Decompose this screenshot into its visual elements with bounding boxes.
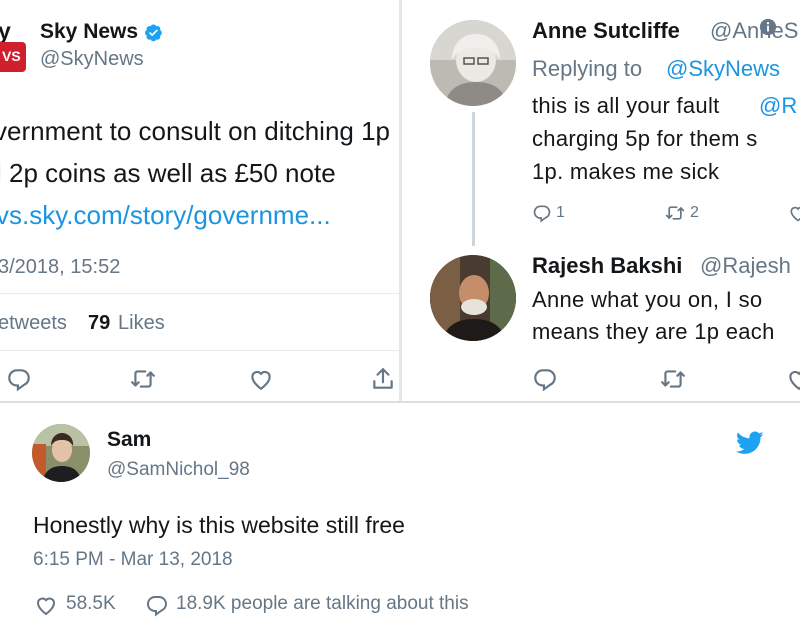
like-button[interactable] [786, 366, 800, 392]
thread-connector [472, 112, 475, 246]
author-name[interactable]: Sam [107, 428, 151, 452]
like-button[interactable] [788, 203, 800, 223]
avatar[interactable] [32, 424, 90, 482]
divider [0, 293, 399, 294]
reply-author-name[interactable]: Anne Sutcliffe [532, 18, 680, 44]
tweet-timestamp[interactable]: 3/2018, 15:52 [0, 256, 120, 279]
avatar-image [32, 424, 90, 482]
author-handle[interactable]: @SkyNews [40, 48, 144, 71]
retweet-button[interactable] [660, 366, 686, 392]
reply-author-handle[interactable]: @Rajesh [700, 253, 791, 279]
like-icon [251, 370, 271, 391]
like-icon[interactable] [33, 593, 59, 617]
author-name-partial: y [0, 18, 11, 44]
replying-to-handle[interactable]: @SkyNews [666, 56, 780, 82]
author-handle[interactable]: @SamNichol_98 [107, 459, 250, 481]
reply-icon [534, 369, 556, 392]
avatar[interactable] [430, 255, 516, 341]
retweet-icon [131, 370, 155, 388]
tweet-timestamp[interactable]: 6:15 PM - Mar 13, 2018 [33, 549, 233, 571]
sam-tweet-card: Sam @SamNichol_98 Honestly why is this w… [0, 403, 800, 642]
divider [0, 350, 399, 351]
like-button[interactable] [248, 366, 274, 392]
reply-text-line-1: Anne what you on, I so [532, 287, 763, 312]
reply-author-name[interactable]: Rajesh Bakshi [532, 253, 682, 279]
reply-author-handle[interactable]: @AnneS [710, 18, 798, 44]
retweets-label[interactable]: etweets [0, 312, 67, 335]
likes-count[interactable]: 58.5K [66, 593, 116, 615]
sky-news-tweet-card: y VS Sky News @SkyNews vernment to consu… [0, 0, 399, 401]
tweet-link[interactable]: vs.sky.com/story/governme... [0, 200, 331, 231]
reply-thread-card: Anne Sutcliffe @AnneS Replying to @SkyNe… [402, 0, 800, 401]
retweet-icon [665, 206, 685, 220]
tweet-text-line-2: l 2p coins as well as £50 note [0, 158, 336, 188]
retweet-button[interactable] [130, 366, 156, 392]
reply-button[interactable] [532, 366, 558, 392]
sky-news-logo: VS [0, 42, 26, 72]
tweet-text-line-1: vernment to consult on ditching 1p [0, 116, 391, 146]
talking-count[interactable]: 18.9K people are talking about this [176, 593, 469, 615]
likes-label[interactable]: Likes [118, 312, 165, 335]
avatar-image [430, 255, 516, 341]
reply-button[interactable] [532, 203, 552, 223]
retweet-icon [661, 370, 685, 388]
tweet-text: Honestly why is this website still free [33, 512, 405, 538]
retweet-button[interactable] [664, 203, 686, 223]
reply-text-line-2: means they are 1p each [532, 319, 775, 344]
replying-to-label: Replying to [532, 56, 643, 81]
twitter-bird-icon[interactable] [736, 431, 764, 455]
reply-text-line-1: this is all your fault [532, 93, 720, 118]
like-icon [789, 370, 800, 391]
reply-button[interactable] [6, 366, 32, 392]
verified-badge-icon [145, 24, 162, 42]
share-icon [373, 368, 393, 389]
reply-text-line-3: 1p. makes me sick [532, 159, 720, 184]
reply-icon[interactable] [144, 593, 170, 617]
reply-icon [533, 205, 551, 223]
reply-text-line-2: charging 5p for them s [532, 126, 758, 151]
retweet-count: 2 [690, 204, 699, 221]
avatar-image [430, 20, 516, 106]
likes-count[interactable]: 79 [88, 312, 110, 335]
avatar[interactable] [430, 20, 516, 106]
like-icon [790, 206, 800, 222]
reply-count: 1 [556, 204, 565, 221]
info-icon[interactable] [759, 18, 777, 36]
reply-mention[interactable]: @R [759, 93, 797, 119]
share-button[interactable] [370, 366, 396, 392]
author-name[interactable]: Sky News [40, 20, 138, 44]
reply-icon [8, 369, 30, 392]
